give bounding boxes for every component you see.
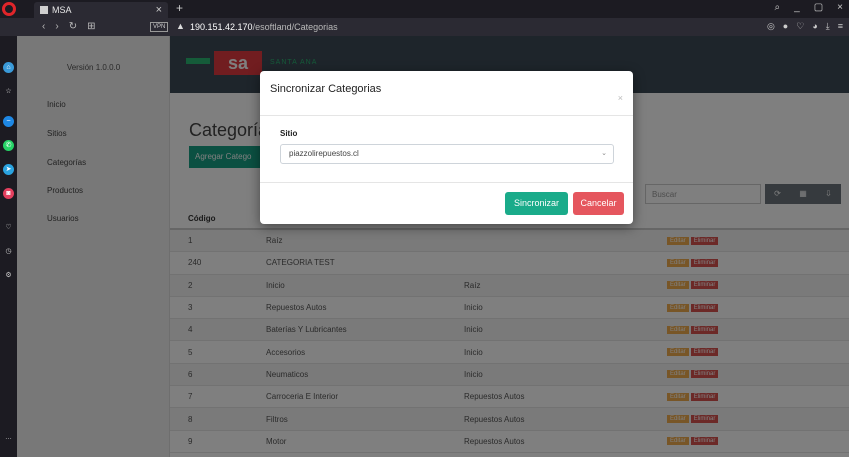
vpn-badge[interactable]: VPN xyxy=(150,22,169,32)
url-path: /esoftland/Categorias xyxy=(252,22,338,32)
tab-title: MSA xyxy=(52,5,72,15)
maximize-icon[interactable]: ▢ xyxy=(814,2,823,13)
modal-header: Sincronizar Categorias × xyxy=(260,71,633,116)
back-icon[interactable]: ‹ xyxy=(42,21,45,32)
whatsapp-icon[interactable]: ✆ xyxy=(3,140,14,151)
cancel-button[interactable]: Cancelar xyxy=(573,192,624,215)
messenger-icon[interactable]: ~ xyxy=(3,116,14,127)
browser-sidebar: ⌂ ☆ ~ ✆ ➤ ◙ ♡ ◷ ⚙ … xyxy=(0,36,17,457)
url-host: 190.151.42.170 xyxy=(190,22,253,32)
forward-icon[interactable]: › xyxy=(55,21,58,32)
address-bar: ‹ › ↻ ⊞ VPN ▲ 190.151.42.170/esoftland/C… xyxy=(0,18,849,36)
modal-footer: Sincronizar Cancelar xyxy=(260,182,633,224)
star-icon[interactable]: ☆ xyxy=(3,86,14,97)
sync-button[interactable]: Sincronizar xyxy=(505,192,568,215)
heart-icon[interactable]: ♡ xyxy=(796,21,804,32)
site-select-value: piazzolirepuestos.cl xyxy=(289,149,359,158)
modal-title: Sincronizar Categorias xyxy=(270,83,382,95)
shield-icon[interactable]: ● xyxy=(783,21,788,32)
new-tab-button[interactable]: + xyxy=(176,1,183,15)
sync-categories-modal: Sincronizar Categorias × Sitio piazzolir… xyxy=(260,71,633,224)
url-field[interactable]: 190.151.42.170/esoftland/Categorias xyxy=(190,22,338,32)
more-icon[interactable]: … xyxy=(3,432,14,443)
settings-icon[interactable]: ⚙ xyxy=(3,270,14,281)
site-select[interactable]: piazzolirepuestos.cl ⌄ xyxy=(280,144,614,164)
history-icon[interactable]: ◷ xyxy=(3,246,14,257)
address-actions: ◎ ● ♡ ◕ ⤓ ≡ xyxy=(767,21,843,32)
search-icon[interactable]: ⌕ xyxy=(775,2,781,13)
browser-tab[interactable]: MSA × xyxy=(34,2,168,18)
download-icon[interactable]: ⤓ xyxy=(826,21,830,32)
close-window-icon[interactable]: × xyxy=(837,2,843,13)
site-label: Sitio xyxy=(280,129,298,138)
minimize-icon[interactable]: _ xyxy=(794,2,800,13)
camera-icon[interactable]: ◎ xyxy=(767,21,775,32)
chevron-down-icon: ⌄ xyxy=(601,150,607,157)
telegram-icon[interactable]: ➤ xyxy=(3,164,14,175)
window-controls: ⌕ _ ▢ × xyxy=(775,2,843,13)
instagram-icon[interactable]: ◙ xyxy=(3,188,14,199)
close-icon[interactable]: × xyxy=(618,93,623,103)
warning-icon[interactable]: ▲ xyxy=(176,21,185,31)
heart-sidebar-icon[interactable]: ♡ xyxy=(3,222,14,233)
wallet-icon[interactable]: ◕ xyxy=(812,21,817,32)
opera-logo-icon[interactable] xyxy=(2,2,16,16)
browser-titlebar: MSA × + ⌕ _ ▢ × xyxy=(0,0,849,18)
reload-icon[interactable]: ↻ xyxy=(69,21,77,32)
speed-dial-icon[interactable]: ⊞ xyxy=(87,21,95,32)
page-icon xyxy=(40,6,48,14)
menu-icon[interactable]: ≡ xyxy=(838,21,843,32)
home-icon[interactable]: ⌂ xyxy=(3,62,14,73)
tab-close-icon[interactable]: × xyxy=(156,4,162,16)
nav-buttons: ‹ › ↻ ⊞ xyxy=(42,21,95,32)
